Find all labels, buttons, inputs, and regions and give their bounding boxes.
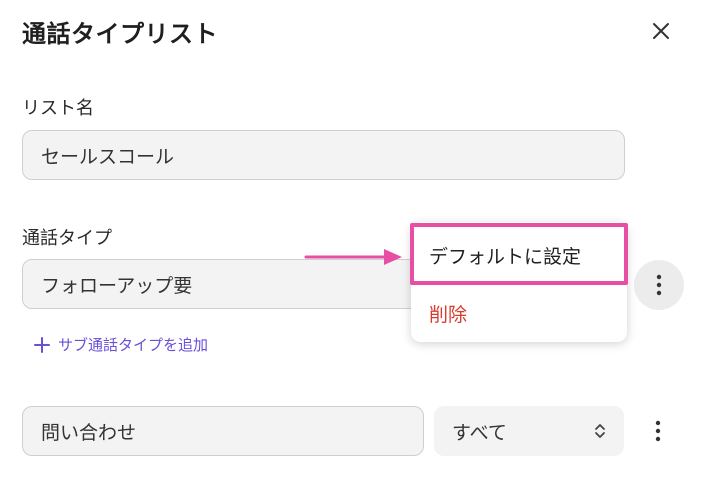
inquiry-more-button[interactable] (638, 411, 678, 451)
more-vertical-icon (656, 274, 662, 296)
menu-item-set-default-label: デフォルトに設定 (429, 245, 582, 268)
scope-select-value: すべて (452, 421, 507, 444)
list-name-value: セールスコール (41, 145, 175, 168)
scope-select[interactable]: すべて (434, 406, 624, 456)
more-vertical-icon (655, 420, 661, 442)
menu-item-delete-label: 削除 (429, 303, 468, 326)
menu-item-set-default[interactable]: デフォルトに設定 (411, 230, 627, 280)
close-button[interactable] (646, 16, 676, 46)
list-name-input[interactable]: セールスコール (22, 130, 625, 180)
call-type-more-button[interactable] (634, 260, 684, 310)
close-icon (653, 23, 669, 39)
menu-item-delete[interactable]: 削除 (411, 288, 627, 338)
inquiry-value: 問い合わせ (41, 421, 137, 444)
context-menu: デフォルトに設定 削除 (411, 222, 627, 342)
chevron-up-down-icon (595, 424, 605, 438)
plus-icon (34, 336, 50, 353)
annotation-arrow-icon (304, 249, 402, 265)
add-sub-call-type-label: サブ通話タイプを追加 (58, 336, 209, 354)
page-title: 通話タイプリスト (22, 20, 218, 48)
call-type-label: 通話タイプ (22, 228, 112, 249)
call-type-value: フォローアップ要 (41, 274, 193, 297)
inquiry-input[interactable]: 問い合わせ (22, 406, 424, 456)
add-sub-call-type-button[interactable]: サブ通話タイプを追加 (34, 334, 208, 355)
list-name-label: リスト名 (22, 98, 94, 119)
